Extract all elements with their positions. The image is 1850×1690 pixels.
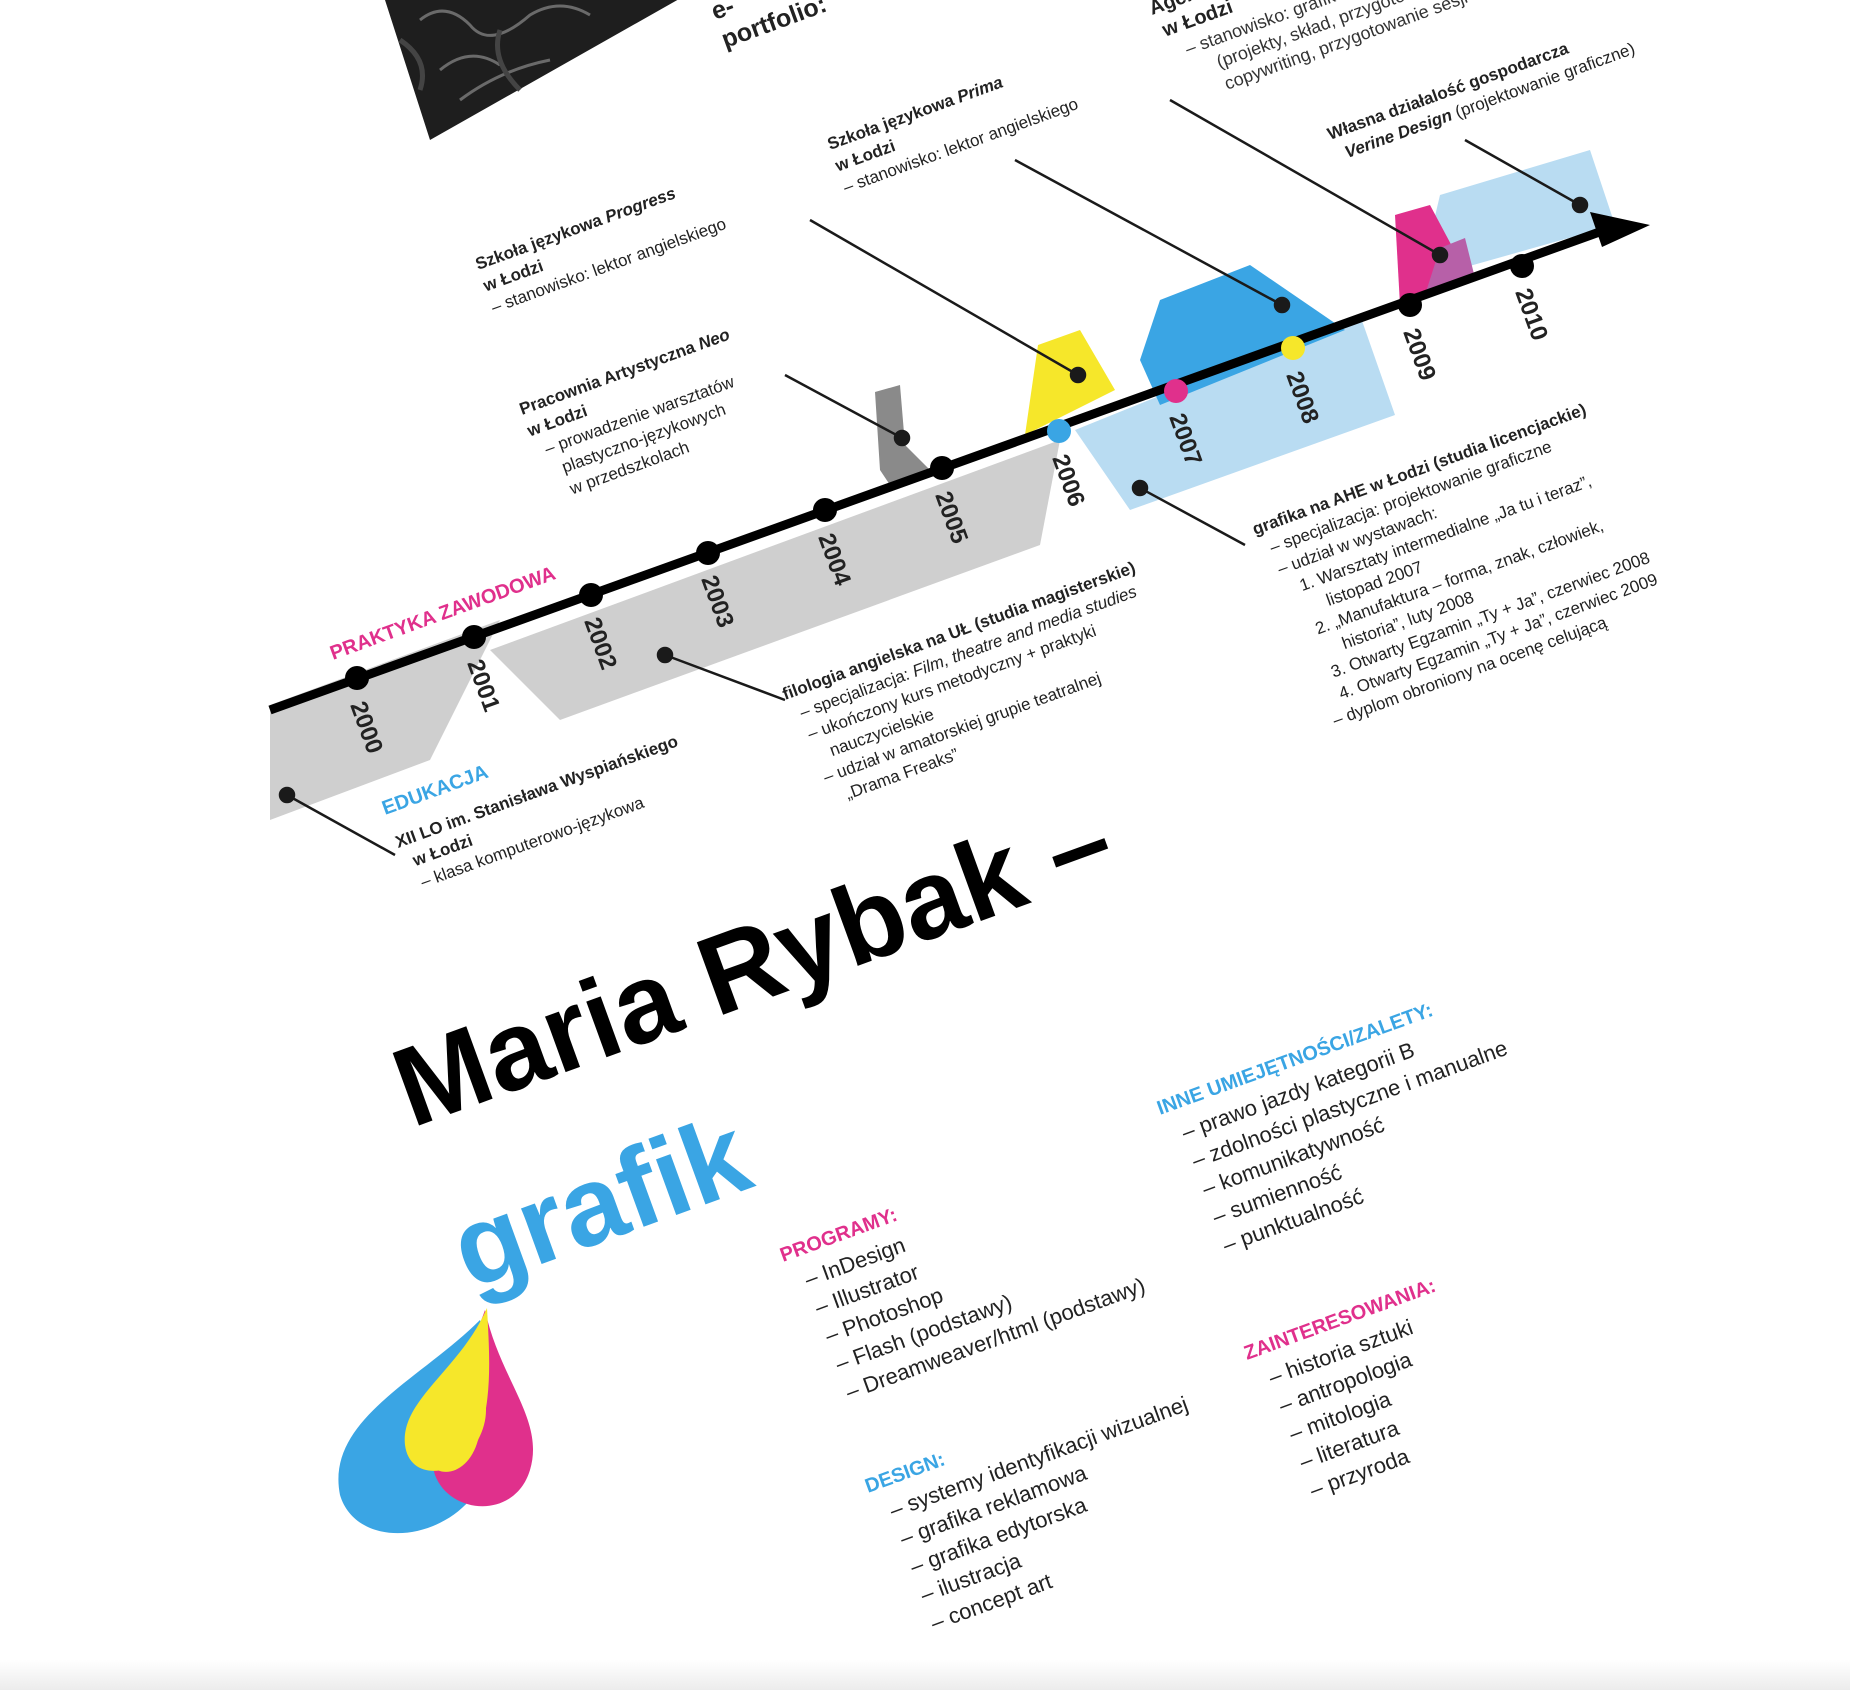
year-2010: 2010 (1509, 285, 1553, 344)
year-2009: 2009 (1397, 325, 1441, 384)
year-2006: 2006 (1046, 451, 1090, 510)
bottom-shade (0, 1660, 1850, 1690)
droplet-logo (338, 1308, 534, 1534)
own-business-desc: Verine Design (projektowanie graficzne) (1342, 39, 1637, 162)
portrait-photo (385, 0, 692, 140)
year-2001: 2001 (461, 656, 505, 715)
resume-poster: e- portfolio: Agencj w Łodzi – stanowisk… (268, 0, 1660, 1635)
resume-page: e- portfolio: Agencj w Łodzi – stanowisk… (0, 0, 1850, 1690)
person-name: Maria Rybak – (377, 775, 1128, 1150)
timeline-arrowhead (1590, 212, 1650, 247)
header-text-2: portfolio: (718, 0, 831, 54)
neo-title: Pracownia Artystyczna Neo (517, 325, 732, 419)
